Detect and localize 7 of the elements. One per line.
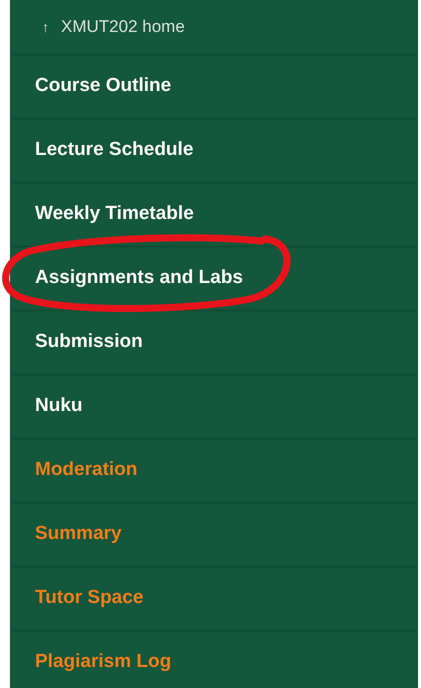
home-link[interactable]: ↑ XMUT202 home xyxy=(10,0,418,55)
menu-link[interactable]: Assignments and Labs xyxy=(35,264,243,293)
menu-link[interactable]: Course Outline xyxy=(35,72,172,101)
menu-link[interactable]: Weekly Timetable xyxy=(35,200,194,229)
menu-link[interactable]: Lecture Schedule xyxy=(35,136,194,165)
menu-link[interactable]: Nuku xyxy=(35,392,82,421)
menu-link[interactable]: Submission xyxy=(35,328,143,357)
